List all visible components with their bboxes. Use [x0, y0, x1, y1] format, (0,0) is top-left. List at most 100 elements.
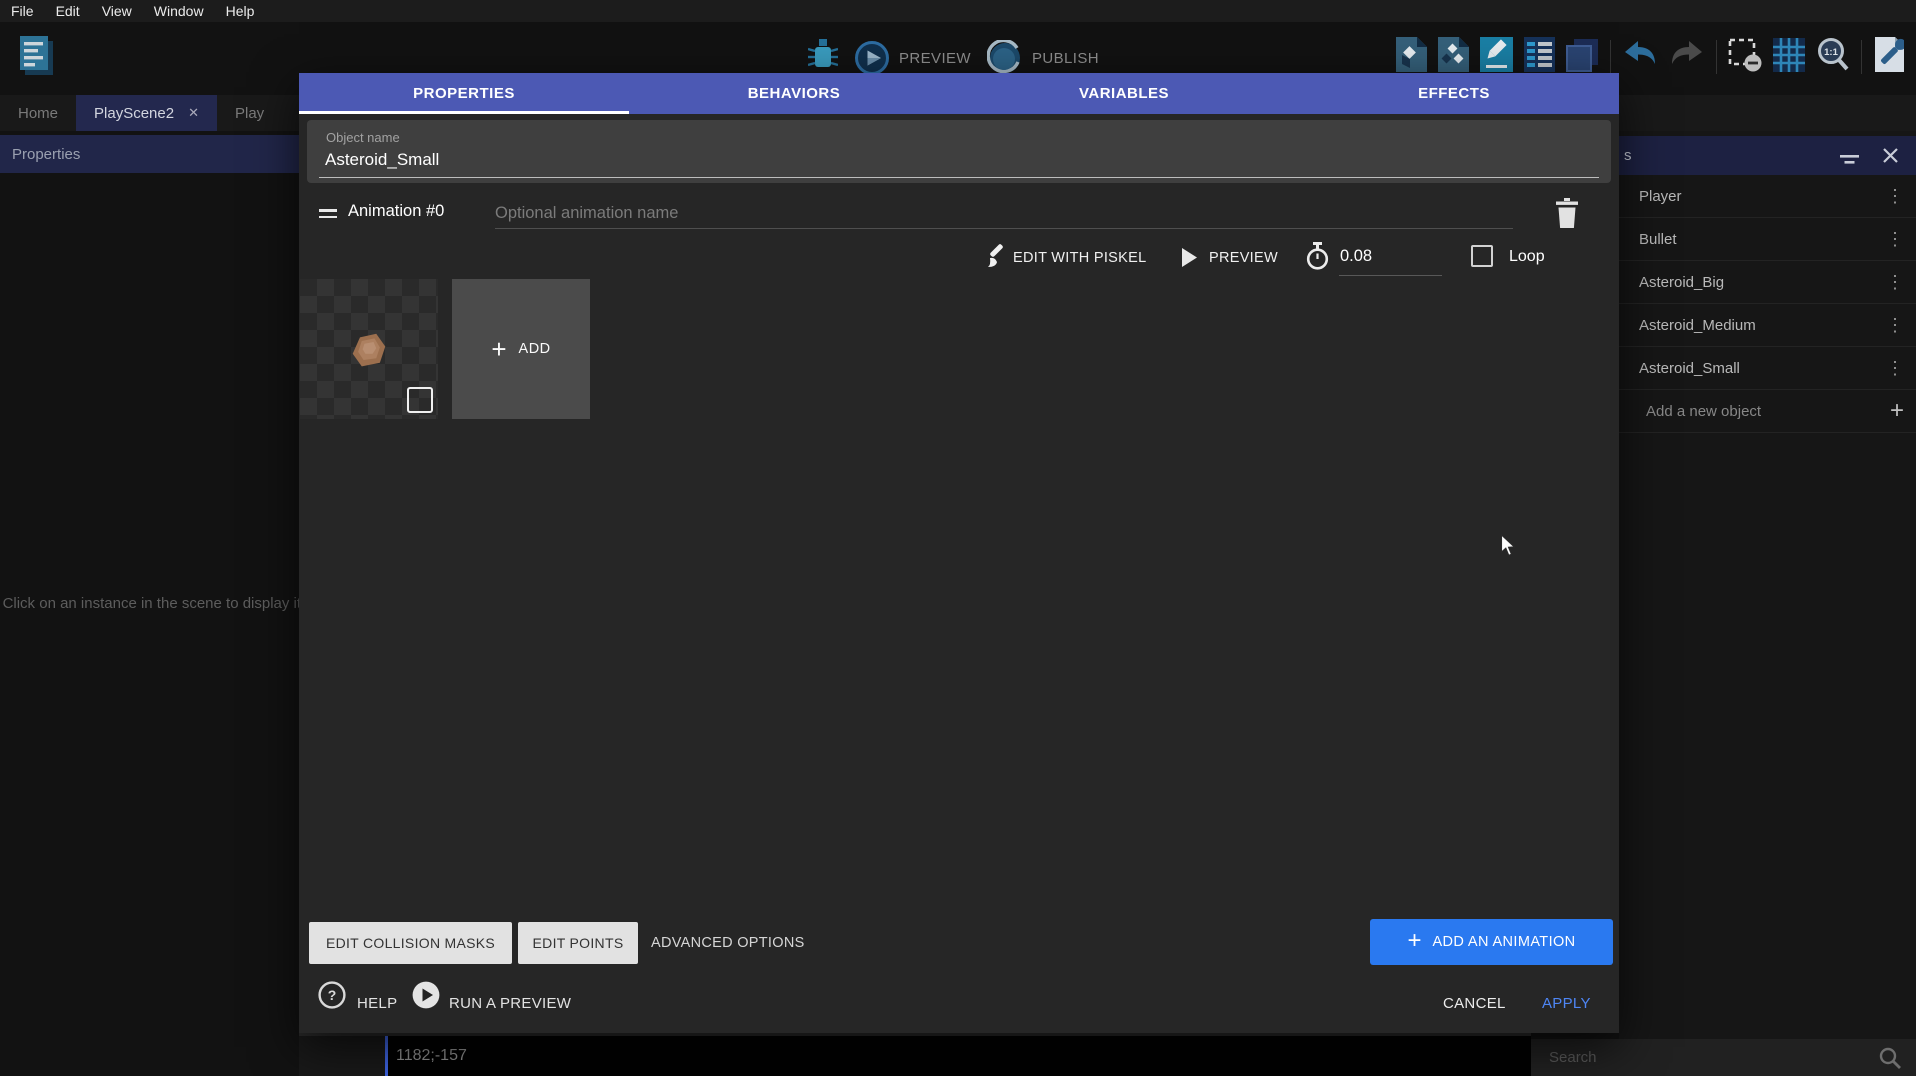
external-layouts-icon[interactable] — [1566, 37, 1599, 77]
object-name-label: Object name — [326, 130, 400, 145]
add-new-object-row[interactable]: Add a new object + — [1619, 390, 1916, 433]
object-row-asteroid-small[interactable]: Asteroid_Small ⋮ — [1619, 347, 1916, 390]
preview-play-icon — [854, 40, 890, 76]
object-name-underline — [319, 177, 1599, 178]
plus-icon: + — [1890, 399, 1904, 423]
publish-button[interactable]: PUBLISH — [987, 40, 1099, 76]
scene-properties-icon[interactable] — [1873, 37, 1904, 77]
object-row-label: Bullet — [1639, 231, 1677, 248]
object-row-bullet[interactable]: Bullet ⋮ — [1619, 218, 1916, 261]
search-input[interactable] — [1531, 1048, 1878, 1067]
object-row-asteroid-medium[interactable]: Asteroid_Medium ⋮ — [1619, 304, 1916, 347]
kebab-menu-icon[interactable]: ⋮ — [1886, 359, 1904, 377]
edit-collision-masks-button[interactable]: EDIT COLLISION MASKS — [309, 922, 512, 964]
object-row-player[interactable]: Player ⋮ — [1619, 175, 1916, 218]
objects-panel-header: s — [1619, 136, 1916, 175]
preview-animation-icon — [1181, 248, 1198, 272]
frame-thumbnail[interactable] — [300, 279, 438, 419]
tab-variables[interactable]: VARIABLES — [959, 73, 1289, 114]
help-icon[interactable]: ? — [318, 981, 346, 1014]
kebab-menu-icon[interactable]: ⋮ — [1886, 230, 1904, 248]
properties-panel-header: Properties — [0, 135, 299, 173]
run-preview-icon[interactable] — [412, 981, 440, 1014]
tab-playscene2-label: PlayScene2 — [94, 105, 174, 122]
kebab-menu-icon[interactable]: ⋮ — [1886, 316, 1904, 334]
object-row-asteroid-big[interactable]: Asteroid_Big ⋮ — [1619, 261, 1916, 304]
toolbar-separator — [1861, 40, 1862, 74]
close-panel-icon[interactable] — [1883, 148, 1898, 167]
plus-icon: + — [1407, 929, 1421, 953]
menu-view[interactable]: View — [91, 3, 143, 19]
events-sheet-icon[interactable] — [1524, 37, 1555, 77]
preview-label: PREVIEW — [899, 50, 971, 67]
run-a-preview-button[interactable]: RUN A PREVIEW — [449, 995, 571, 1012]
advanced-options-button[interactable]: ADVANCED OPTIONS — [651, 922, 805, 964]
tab-playscene2[interactable]: PlayScene2 ✕ — [76, 95, 217, 131]
cancel-button[interactable]: CANCEL — [1443, 995, 1506, 1012]
time-between-frames-field[interactable]: 0.08 — [1340, 247, 1372, 266]
loop-checkbox[interactable] — [1471, 245, 1493, 267]
add-an-animation-label: ADD AN ANIMATION — [1432, 934, 1575, 950]
loop-label: Loop — [1509, 248, 1545, 266]
tab-behaviors[interactable]: BEHAVIORS — [629, 73, 959, 114]
animation-title: Animation #0 — [348, 202, 444, 221]
edit-scene-icon[interactable] — [1480, 37, 1513, 77]
cursor-coordinates: 1182;-157 — [396, 1047, 467, 1065]
edit-with-piskel-button[interactable]: EDIT WITH PISKEL — [1013, 250, 1146, 266]
apply-button[interactable]: APPLY — [1542, 995, 1591, 1012]
animation-name-input[interactable] — [495, 198, 1513, 229]
scene-objects-icon[interactable] — [1396, 37, 1427, 77]
stopwatch-icon — [1305, 242, 1330, 275]
tab-home[interactable]: Home — [0, 95, 76, 131]
preview-button[interactable]: PREVIEW — [854, 40, 971, 76]
object-name-field[interactable]: Asteroid_Small — [325, 150, 439, 170]
object-row-label: Asteroid_Small — [1639, 360, 1740, 377]
tab-partial-label: Play — [235, 105, 264, 122]
properties-panel-title: Properties — [12, 146, 80, 163]
tab-partial[interactable]: Play — [217, 95, 282, 131]
close-tab-icon[interactable]: ✕ — [188, 105, 199, 121]
objects-list-icon[interactable] — [1438, 37, 1469, 77]
toolbar-separator — [1610, 40, 1611, 74]
properties-panel-hint: Click on an instance in the scene to dis… — [0, 591, 299, 617]
publish-label: PUBLISH — [1032, 50, 1099, 67]
object-name-section: Object name Asteroid_Small — [307, 120, 1611, 183]
toolbar-separator — [1716, 40, 1717, 74]
objects-panel-title-tail: s — [1619, 147, 1632, 164]
project-manager-icon[interactable] — [14, 32, 60, 85]
undo-icon[interactable] — [1622, 39, 1658, 76]
preview-animation-button[interactable]: PREVIEW — [1209, 250, 1278, 266]
add-frame-button[interactable]: + ADD — [452, 279, 590, 419]
drag-handle-icon[interactable] — [319, 209, 337, 218]
delete-animation-icon[interactable] — [1554, 198, 1580, 233]
object-row-label: Asteroid_Medium — [1639, 317, 1756, 334]
mask-deselect-icon[interactable] — [1728, 38, 1762, 77]
add-frame-label: ADD — [519, 341, 551, 357]
brush-icon — [983, 244, 1008, 274]
instance-properties-panel: Properties Click on an instance in the s… — [0, 131, 299, 1076]
tab-effects[interactable]: EFFECTS — [1289, 73, 1619, 114]
search-bar — [1531, 1039, 1916, 1076]
tab-properties[interactable]: PROPERTIES — [299, 73, 629, 114]
menu-edit[interactable]: Edit — [45, 3, 91, 19]
menu-help[interactable]: Help — [215, 3, 266, 19]
search-icon[interactable] — [1878, 1046, 1902, 1070]
menu-window[interactable]: Window — [143, 3, 215, 19]
redo-icon[interactable] — [1669, 39, 1705, 76]
time-field-underline — [1339, 275, 1442, 276]
objects-panel: s Player ⋮ Bullet ⋮ Asteroid_Big ⋮ — [1619, 131, 1916, 1039]
edit-points-button[interactable]: EDIT POINTS — [518, 922, 638, 964]
menu-bar: File Edit View Window Help — [0, 0, 1916, 22]
help-button[interactable]: HELP — [357, 995, 397, 1012]
tab-home-label: Home — [18, 105, 58, 122]
svg-text:?: ? — [328, 987, 337, 1003]
filter-icon[interactable] — [1840, 152, 1859, 169]
frame-select-checkbox[interactable] — [407, 387, 433, 413]
plus-icon: + — [491, 336, 506, 362]
menu-file[interactable]: File — [0, 3, 45, 19]
zoom-1-1-icon[interactable]: 1:1 — [1816, 37, 1850, 78]
grid-icon[interactable] — [1773, 38, 1805, 77]
add-an-animation-button[interactable]: + ADD AN ANIMATION — [1370, 919, 1613, 965]
kebab-menu-icon[interactable]: ⋮ — [1886, 273, 1904, 291]
kebab-menu-icon[interactable]: ⋮ — [1886, 187, 1904, 205]
